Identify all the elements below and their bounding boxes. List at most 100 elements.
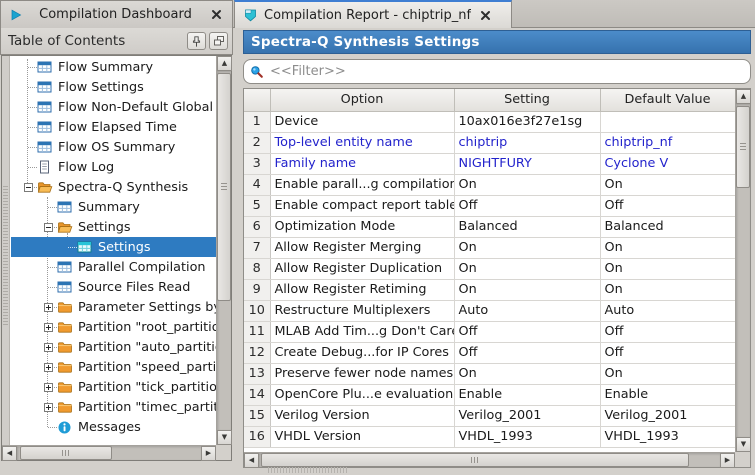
row-number-cell[interactable]: 5: [244, 195, 270, 216]
setting-cell[interactable]: On: [454, 258, 600, 279]
toc-item-settings[interactable]: Settings: [11, 217, 216, 237]
close-icon[interactable]: [208, 7, 224, 23]
setting-cell[interactable]: On: [454, 363, 600, 384]
expand-icon[interactable]: [39, 297, 57, 317]
setting-cell[interactable]: Off: [454, 342, 600, 363]
default-value-cell[interactable]: Verilog_2001: [600, 405, 735, 426]
row-number-cell[interactable]: 14: [244, 384, 270, 405]
pin-icon[interactable]: [187, 32, 206, 50]
table-row[interactable]: 14OpenCore Plu...e evaluationEnableEnabl…: [244, 384, 735, 405]
table-row[interactable]: 15Verilog VersionVerilog_2001Verilog_200…: [244, 405, 735, 426]
scroll-down-icon[interactable]: ▼: [217, 430, 232, 445]
setting-cell[interactable]: Balanced: [454, 216, 600, 237]
expand-icon[interactable]: [39, 317, 57, 337]
table-row[interactable]: 2Top-level entity namechiptripchiptrip_n…: [244, 132, 735, 153]
row-number-cell[interactable]: 15: [244, 405, 270, 426]
table-row[interactable]: 11MLAB Add Tim...g Don't CareOffOff: [244, 321, 735, 342]
table-row[interactable]: 4Enable parall...g compilationOnOn: [244, 174, 735, 195]
row-number-cell[interactable]: 8: [244, 258, 270, 279]
option-cell[interactable]: Enable parall...g compilation: [270, 174, 454, 195]
scroll-down-icon[interactable]: ▼: [736, 437, 751, 452]
toc-item-flow-elapsed-time[interactable]: Flow Elapsed Time: [11, 117, 216, 137]
expand-icon[interactable]: [39, 397, 57, 417]
setting-cell[interactable]: NIGHTFURY: [454, 153, 600, 174]
filter-box[interactable]: [243, 59, 751, 84]
table-row[interactable]: 6Optimization ModeBalancedBalanced: [244, 216, 735, 237]
setting-cell[interactable]: On: [454, 174, 600, 195]
table-horizontal-scrollbar[interactable]: ◀ ▶: [244, 452, 735, 467]
column-header-option[interactable]: Option: [270, 89, 454, 111]
default-value-cell[interactable]: Cyclone V: [600, 153, 735, 174]
row-number-cell[interactable]: 16: [244, 426, 270, 447]
row-number-cell[interactable]: 3: [244, 153, 270, 174]
default-value-cell[interactable]: Auto: [600, 300, 735, 321]
option-cell[interactable]: Allow Register Merging: [270, 237, 454, 258]
scroll-left-icon[interactable]: ◀: [244, 453, 259, 468]
tab-compilation-dashboard[interactable]: Compilation Dashboard: [0, 0, 233, 28]
option-cell[interactable]: Allow Register Retiming: [270, 279, 454, 300]
table-row[interactable]: 9Allow Register RetimingOnOn: [244, 279, 735, 300]
default-value-cell[interactable]: [600, 111, 735, 132]
toc-vertical-scrollbar[interactable]: ▲ ▼: [216, 56, 231, 445]
toc-item-spectra-q-synthesis[interactable]: Spectra-Q Synthesis: [11, 177, 216, 197]
option-cell[interactable]: VHDL Version: [270, 426, 454, 447]
setting-cell[interactable]: Verilog_2001: [454, 405, 600, 426]
scrollbar-thumb[interactable]: [217, 73, 231, 301]
toc-item-settings[interactable]: Settings: [11, 237, 216, 257]
default-value-cell[interactable]: VHDL_1993: [600, 426, 735, 447]
scrollbar-thumb[interactable]: [20, 446, 112, 460]
toc-item-partition-tick-partition[interactable]: Partition "tick_partition": [11, 377, 216, 397]
option-cell[interactable]: Enable compact report table: [270, 195, 454, 216]
row-number-cell[interactable]: 13: [244, 363, 270, 384]
toc-horizontal-scrollbar[interactable]: ◀ ▶: [2, 445, 216, 460]
toc-item-flow-log[interactable]: Flow Log: [11, 157, 216, 177]
row-number-cell[interactable]: 10: [244, 300, 270, 321]
option-cell[interactable]: MLAB Add Tim...g Don't Care: [270, 321, 454, 342]
toc-item-partition-root-partition[interactable]: Partition "root_partition: [11, 317, 216, 337]
table-row[interactable]: 10Restructure MultiplexersAutoAuto: [244, 300, 735, 321]
toc-item-flow-settings[interactable]: Flow Settings: [11, 77, 216, 97]
option-cell[interactable]: Top-level entity name: [270, 132, 454, 153]
scrollbar-thumb[interactable]: [736, 106, 750, 188]
setting-cell[interactable]: Off: [454, 321, 600, 342]
option-cell[interactable]: Device: [270, 111, 454, 132]
row-number-cell[interactable]: 11: [244, 321, 270, 342]
option-cell[interactable]: Restructure Multiplexers: [270, 300, 454, 321]
table-row[interactable]: 3Family nameNIGHTFURYCyclone V: [244, 153, 735, 174]
default-value-cell[interactable]: Off: [600, 342, 735, 363]
option-cell[interactable]: Verilog Version: [270, 405, 454, 426]
default-value-cell[interactable]: On: [600, 237, 735, 258]
setting-cell[interactable]: On: [454, 237, 600, 258]
dock-handle[interactable]: [2, 56, 10, 445]
setting-cell[interactable]: Off: [454, 195, 600, 216]
column-header-setting[interactable]: Setting: [454, 89, 600, 111]
filter-input[interactable]: [270, 64, 744, 79]
toc-item-messages[interactable]: Messages: [11, 417, 216, 437]
scroll-up-icon[interactable]: ▲: [217, 56, 232, 71]
table-row[interactable]: 16VHDL VersionVHDL_1993VHDL_1993: [244, 426, 735, 447]
scroll-up-icon[interactable]: ▲: [736, 89, 751, 104]
tab-compilation-report[interactable]: Compilation Report - chiptrip_nf: [234, 0, 512, 28]
default-value-cell[interactable]: Balanced: [600, 216, 735, 237]
toc-item-flow-non-default-global-s[interactable]: Flow Non-Default Global S: [11, 97, 216, 117]
row-number-cell[interactable]: 6: [244, 216, 270, 237]
setting-cell[interactable]: On: [454, 279, 600, 300]
default-value-cell[interactable]: Off: [600, 321, 735, 342]
scroll-right-icon[interactable]: ▶: [201, 446, 216, 461]
row-number-cell[interactable]: 7: [244, 237, 270, 258]
default-value-cell[interactable]: On: [600, 279, 735, 300]
toc-item-source-files-read[interactable]: Source Files Read: [11, 277, 216, 297]
table-row[interactable]: 13Preserve fewer node namesOnOn: [244, 363, 735, 384]
row-number-cell[interactable]: 4: [244, 174, 270, 195]
toc-item-partition-auto-partitio[interactable]: Partition "auto_partitio: [11, 337, 216, 357]
expand-icon[interactable]: [39, 377, 57, 397]
row-number-cell[interactable]: 1: [244, 111, 270, 132]
option-cell[interactable]: Optimization Mode: [270, 216, 454, 237]
default-value-cell[interactable]: On: [600, 363, 735, 384]
scrollbar-thumb[interactable]: [261, 453, 689, 467]
expand-icon[interactable]: [39, 337, 57, 357]
table-row[interactable]: 5Enable compact report tableOffOff: [244, 195, 735, 216]
toc-item-summary[interactable]: Summary: [11, 197, 216, 217]
toc-item-partition-speed-partiti[interactable]: Partition "speed_partiti: [11, 357, 216, 377]
setting-cell[interactable]: chiptrip: [454, 132, 600, 153]
